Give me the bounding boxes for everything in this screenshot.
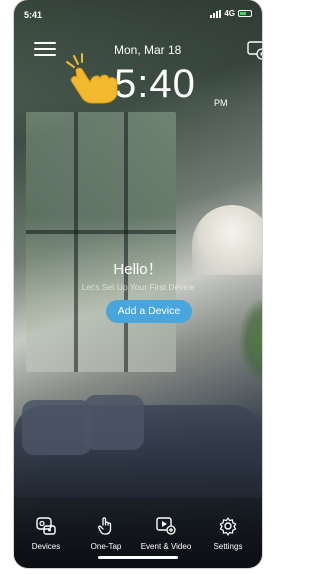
window-frame	[26, 230, 176, 234]
add-device-button[interactable]: Add a Device	[106, 300, 192, 323]
menu-button[interactable]	[34, 42, 56, 58]
current-date: Mon, Mar 18	[114, 43, 182, 57]
gear-icon	[219, 517, 237, 536]
background-pillow	[22, 400, 92, 455]
welcome-title: Hello！	[113, 261, 163, 278]
tab-event-video[interactable]: Event & Video	[138, 516, 194, 551]
background-plant	[240, 300, 262, 380]
camera-settings-icon[interactable]	[246, 40, 262, 60]
tap-icon	[98, 517, 112, 535]
tab-one-tap[interactable]: One-Tap	[78, 516, 134, 551]
status-bar: 5:41 4G	[14, 0, 262, 26]
signal-icon	[210, 9, 222, 18]
tab-label: Event & Video	[140, 542, 192, 551]
tab-label: Devices	[31, 542, 61, 551]
tab-label: Settings	[213, 542, 243, 551]
ampm-label: PM	[214, 98, 228, 108]
network-label: 4G	[224, 9, 235, 18]
window-frame	[124, 112, 128, 372]
current-time: 5:40	[114, 62, 196, 106]
tap-hint-hand-icon	[62, 52, 122, 104]
background-window	[26, 112, 176, 372]
tab-label: One-Tap	[90, 542, 122, 551]
welcome-subtitle: Let's Set Up Your First Device	[81, 282, 195, 292]
tab-settings[interactable]: Settings	[200, 516, 256, 551]
battery-icon	[238, 10, 252, 17]
home-indicator	[98, 556, 178, 559]
event-video-icon	[156, 517, 176, 535]
window-frame	[74, 112, 78, 372]
background-pillow	[84, 395, 144, 450]
status-indicators: 4G	[210, 9, 252, 18]
devices-icon	[36, 517, 56, 535]
tab-devices[interactable]: Devices	[18, 516, 74, 551]
app-screen: 5:41 4G Mon, Mar 18 5:40 PM Hello！ Let's…	[14, 0, 262, 568]
status-time: 5:41	[24, 10, 43, 20]
